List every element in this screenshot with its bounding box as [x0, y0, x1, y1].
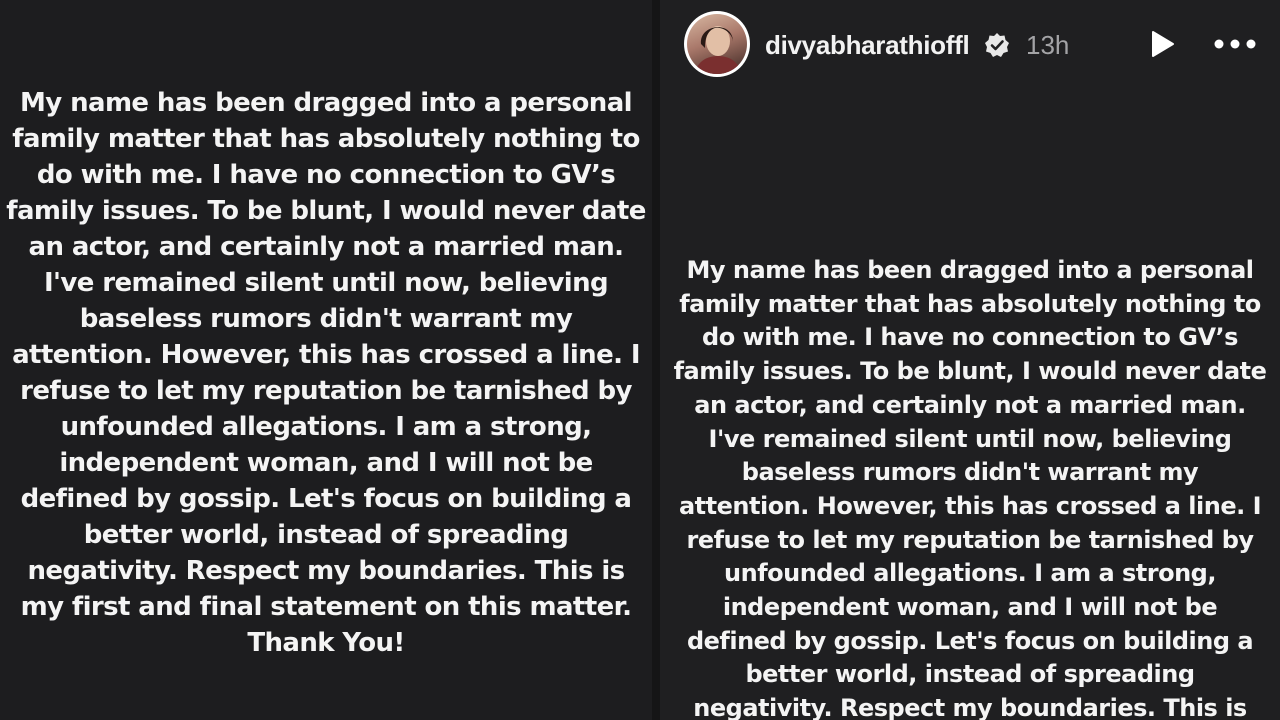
statement-line: My name has been dragged into a personal: [686, 256, 1254, 284]
statement-line: family matter that has absolutely nothin…: [679, 289, 1261, 318]
statement-line: do with me. I have no connection to GV’s: [36, 160, 616, 190]
statement-line: negativity. Respect my boundaries. This …: [27, 556, 625, 586]
statement-line: an actor, and certainly not a married ma…: [694, 390, 1246, 419]
right-story-view: divyabharathioffl 13h My name has been d…: [660, 0, 1280, 720]
statement-line: better world, instead of spreading: [745, 660, 1195, 689]
play-icon[interactable]: [1146, 28, 1178, 60]
statement-line: family matter that has absolutely nothin…: [12, 124, 640, 154]
statement-text: My name has been dragged into a personal…: [660, 254, 1280, 720]
more-dots-icon[interactable]: [1212, 34, 1258, 54]
statement-line: better world, instead of spreading: [83, 520, 569, 550]
statement-line: family issues. To be blunt, I would neve…: [6, 196, 646, 226]
statement-line: defined by gossip. Let's focus on buildi…: [686, 626, 1254, 655]
statement-line: refuse to let my reputation be tarnished…: [686, 525, 1254, 554]
username[interactable]: divyabharathioffl: [765, 28, 970, 62]
statement-line: refuse to let my reputation be tarnished…: [20, 376, 632, 406]
statement-line: I've remained silent until now, believin…: [43, 268, 609, 298]
statement-line: My name has been dragged into a personal: [20, 88, 633, 118]
statement-line: Thank You!: [247, 628, 405, 658]
statement-line: attention. However, this has crossed a l…: [12, 340, 640, 370]
statement-line: unfounded allegations. I am a strong,: [60, 412, 592, 442]
statement-line: do with me. I have no connection to GV’s: [702, 323, 1238, 352]
post-time: 13h: [1026, 30, 1070, 60]
statement-line: my first and final statement on this mat…: [20, 592, 632, 622]
avatar-image: [687, 14, 747, 74]
statement-line: negativity. Respect my boundaries. This …: [693, 694, 1247, 720]
statement-line: defined by gossip. Let's focus on buildi…: [20, 484, 632, 514]
statement-line: an actor, and certainly not a married ma…: [28, 232, 625, 262]
panel-divider: [652, 0, 660, 720]
statement-line: unfounded allegations. I am a strong,: [724, 559, 1216, 588]
verified-badge-icon: [985, 33, 1009, 57]
statement-line: independent woman, and I will not be: [59, 448, 593, 478]
avatar[interactable]: [684, 11, 750, 77]
statement-line: baseless rumors didn't warrant my: [741, 458, 1199, 487]
statement-line: baseless rumors didn't warrant my: [79, 304, 573, 334]
story-header: divyabharathioffl 13h: [660, 0, 1280, 90]
statement-line: I've remained silent until now, believin…: [708, 424, 1232, 453]
statement-line: family issues. To be blunt, I would neve…: [673, 357, 1267, 386]
left-story-crop: My name has been dragged into a personal…: [0, 0, 652, 720]
statement-line: independent woman, and I will not be: [722, 593, 1218, 622]
statement-text: My name has been dragged into a personal…: [0, 85, 652, 661]
statement-line: attention. However, this has crossed a l…: [678, 491, 1262, 520]
